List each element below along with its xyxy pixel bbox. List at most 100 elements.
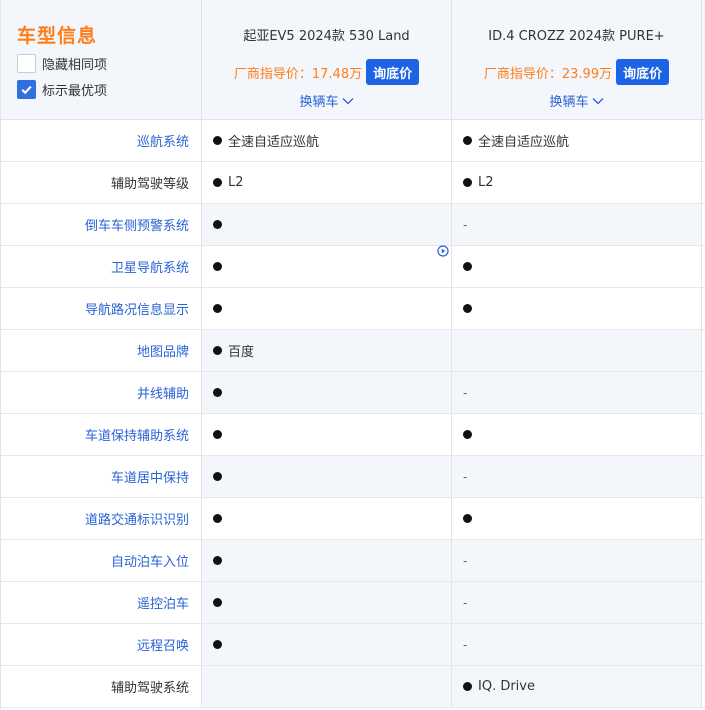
spec-label[interactable]: 遥控泊车 [1,582,202,623]
spec-value: - [463,595,468,610]
spec-value-cell [202,540,452,581]
spec-label[interactable]: 倒车车侧预警系统 [1,204,202,245]
spec-value-cell: - [452,456,702,497]
car-name[interactable]: ID.4 CROZZ 2024款 PURE+ [452,25,701,44]
ask-price-button[interactable]: 询底价 [616,59,670,85]
swap-car-label: 换辆车 [549,95,589,110]
spec-value-cell [202,582,452,623]
table-row: 卫星导航系统 [1,246,705,288]
standard-dot-icon [463,430,472,439]
spec-label[interactable]: 车道居中保持 [1,456,202,497]
checkmark-icon [21,85,32,94]
standard-dot-icon [213,472,222,481]
car-column-2-header: ID.4 CROZZ 2024款 PURE+ 厂商指导价：23.99万 询底价 … [452,0,702,120]
spec-value: - [463,469,468,484]
spec-value-cell [452,414,702,455]
spec-value-cell: - [452,204,702,245]
spec-value-cell [202,666,452,707]
spec-label: 辅助驾驶等级 [1,162,202,203]
header-info-cell: 车型信息 隐藏相同项 标示最优项 [1,0,202,120]
table-row: 地图品牌 百度 [1,330,705,372]
standard-dot-icon [213,262,222,271]
spec-label[interactable]: 卫星导航系统 [1,246,202,287]
spec-value: 全速自适应巡航 [478,135,570,150]
spec-label[interactable]: 自动泊车入位 [1,540,202,581]
table-row: 遥控泊车 - [1,582,705,624]
swap-car-button[interactable]: 换辆车 [202,91,451,110]
spec-value-cell: - [452,624,702,665]
standard-dot-icon [213,514,222,523]
table-row: 并线辅助 - [1,372,705,414]
standard-dot-icon [463,514,472,523]
spec-label[interactable]: 道路交通标识识别 [1,498,202,539]
spec-value: - [463,385,468,400]
spec-value-cell: L2 [452,162,702,203]
spec-value-cell: IQ. Drive [452,666,702,707]
spec-value-cell [202,456,452,497]
table-row: 辅助驾驶系统 IQ. Drive [1,666,705,708]
hide-same-option[interactable]: 隐藏相同项 [17,53,107,73]
spec-value-cell: - [452,540,702,581]
spec-label[interactable]: 巡航系统 [1,120,202,161]
mark-best-option[interactable]: 标示最优项 [17,79,107,99]
guide-price: 厂商指导价：17.48万 [233,66,363,82]
car-comparison-page: 车型信息 隐藏相同项 标示最优项 起亚EV5 2024款 530 Land 厂商… [0,0,705,710]
spec-label[interactable]: 车道保持辅助系统 [1,414,202,455]
spec-table: 巡航系统 全速自适应巡航 全速自适应巡航 辅助驾驶等级 L2 L2 倒车车侧预警系统 - 卫星导… [1,120,705,708]
standard-dot-icon [463,304,472,313]
standard-dot-icon [213,178,222,187]
spec-value-cell [452,288,702,329]
play-circle-icon[interactable] [437,245,449,257]
spec-value-cell: - [452,372,702,413]
spec-value: - [463,553,468,568]
spec-value: IQ. Drive [478,679,535,694]
spec-label: 辅助驾驶系统 [1,666,202,707]
ask-price-button[interactable]: 询底价 [366,59,420,85]
hide-same-label: 隐藏相同项 [42,57,108,73]
table-row: 导航路况信息显示 [1,288,705,330]
price-row: 厂商指导价：23.99万 询底价 [452,59,701,85]
spec-label[interactable]: 远程召唤 [1,624,202,665]
section-title: 车型信息 [17,25,98,47]
spec-value: - [463,217,468,232]
spec-label[interactable]: 导航路况信息显示 [1,288,202,329]
spec-value-cell [202,288,452,329]
spec-value: - [463,637,468,652]
spec-value-cell [452,498,702,539]
standard-dot-icon [213,346,222,355]
hide-same-checkbox[interactable] [17,53,36,73]
standard-dot-icon [463,136,472,145]
spec-value-cell: 百度 [202,330,452,371]
mark-best-label: 标示最优项 [42,83,108,99]
car-name[interactable]: 起亚EV5 2024款 530 Land [202,25,451,44]
swap-car-button[interactable]: 换辆车 [452,91,701,110]
spec-label[interactable]: 并线辅助 [1,372,202,413]
spec-value: L2 [228,175,244,190]
standard-dot-icon [213,220,222,229]
chevron-down-icon [342,97,353,104]
spec-value-cell [452,330,702,371]
table-row: 车道居中保持 - [1,456,705,498]
table-row: 倒车车侧预警系统 - [1,204,705,246]
table-row: 辅助驾驶等级 L2 L2 [1,162,705,204]
standard-dot-icon [213,430,222,439]
spec-value-cell [202,414,452,455]
table-row: 道路交通标识识别 [1,498,705,540]
standard-dot-icon [213,304,222,313]
spec-value: L2 [478,175,494,190]
guide-price: 厂商指导价：23.99万 [483,66,613,82]
spec-label[interactable]: 地图品牌 [1,330,202,371]
table-row: 巡航系统 全速自适应巡航 全速自适应巡航 [1,120,705,162]
table-row: 自动泊车入位 - [1,540,705,582]
standard-dot-icon [213,640,222,649]
spec-value-cell [202,372,452,413]
standard-dot-icon [213,388,222,397]
mark-best-checkbox[interactable] [17,79,36,99]
table-row: 远程召唤 - [1,624,705,666]
spec-value-cell: L2 [202,162,452,203]
standard-dot-icon [463,262,472,271]
spec-value-cell [202,204,452,245]
standard-dot-icon [213,136,222,145]
standard-dot-icon [463,682,472,691]
spec-value-cell [202,624,452,665]
